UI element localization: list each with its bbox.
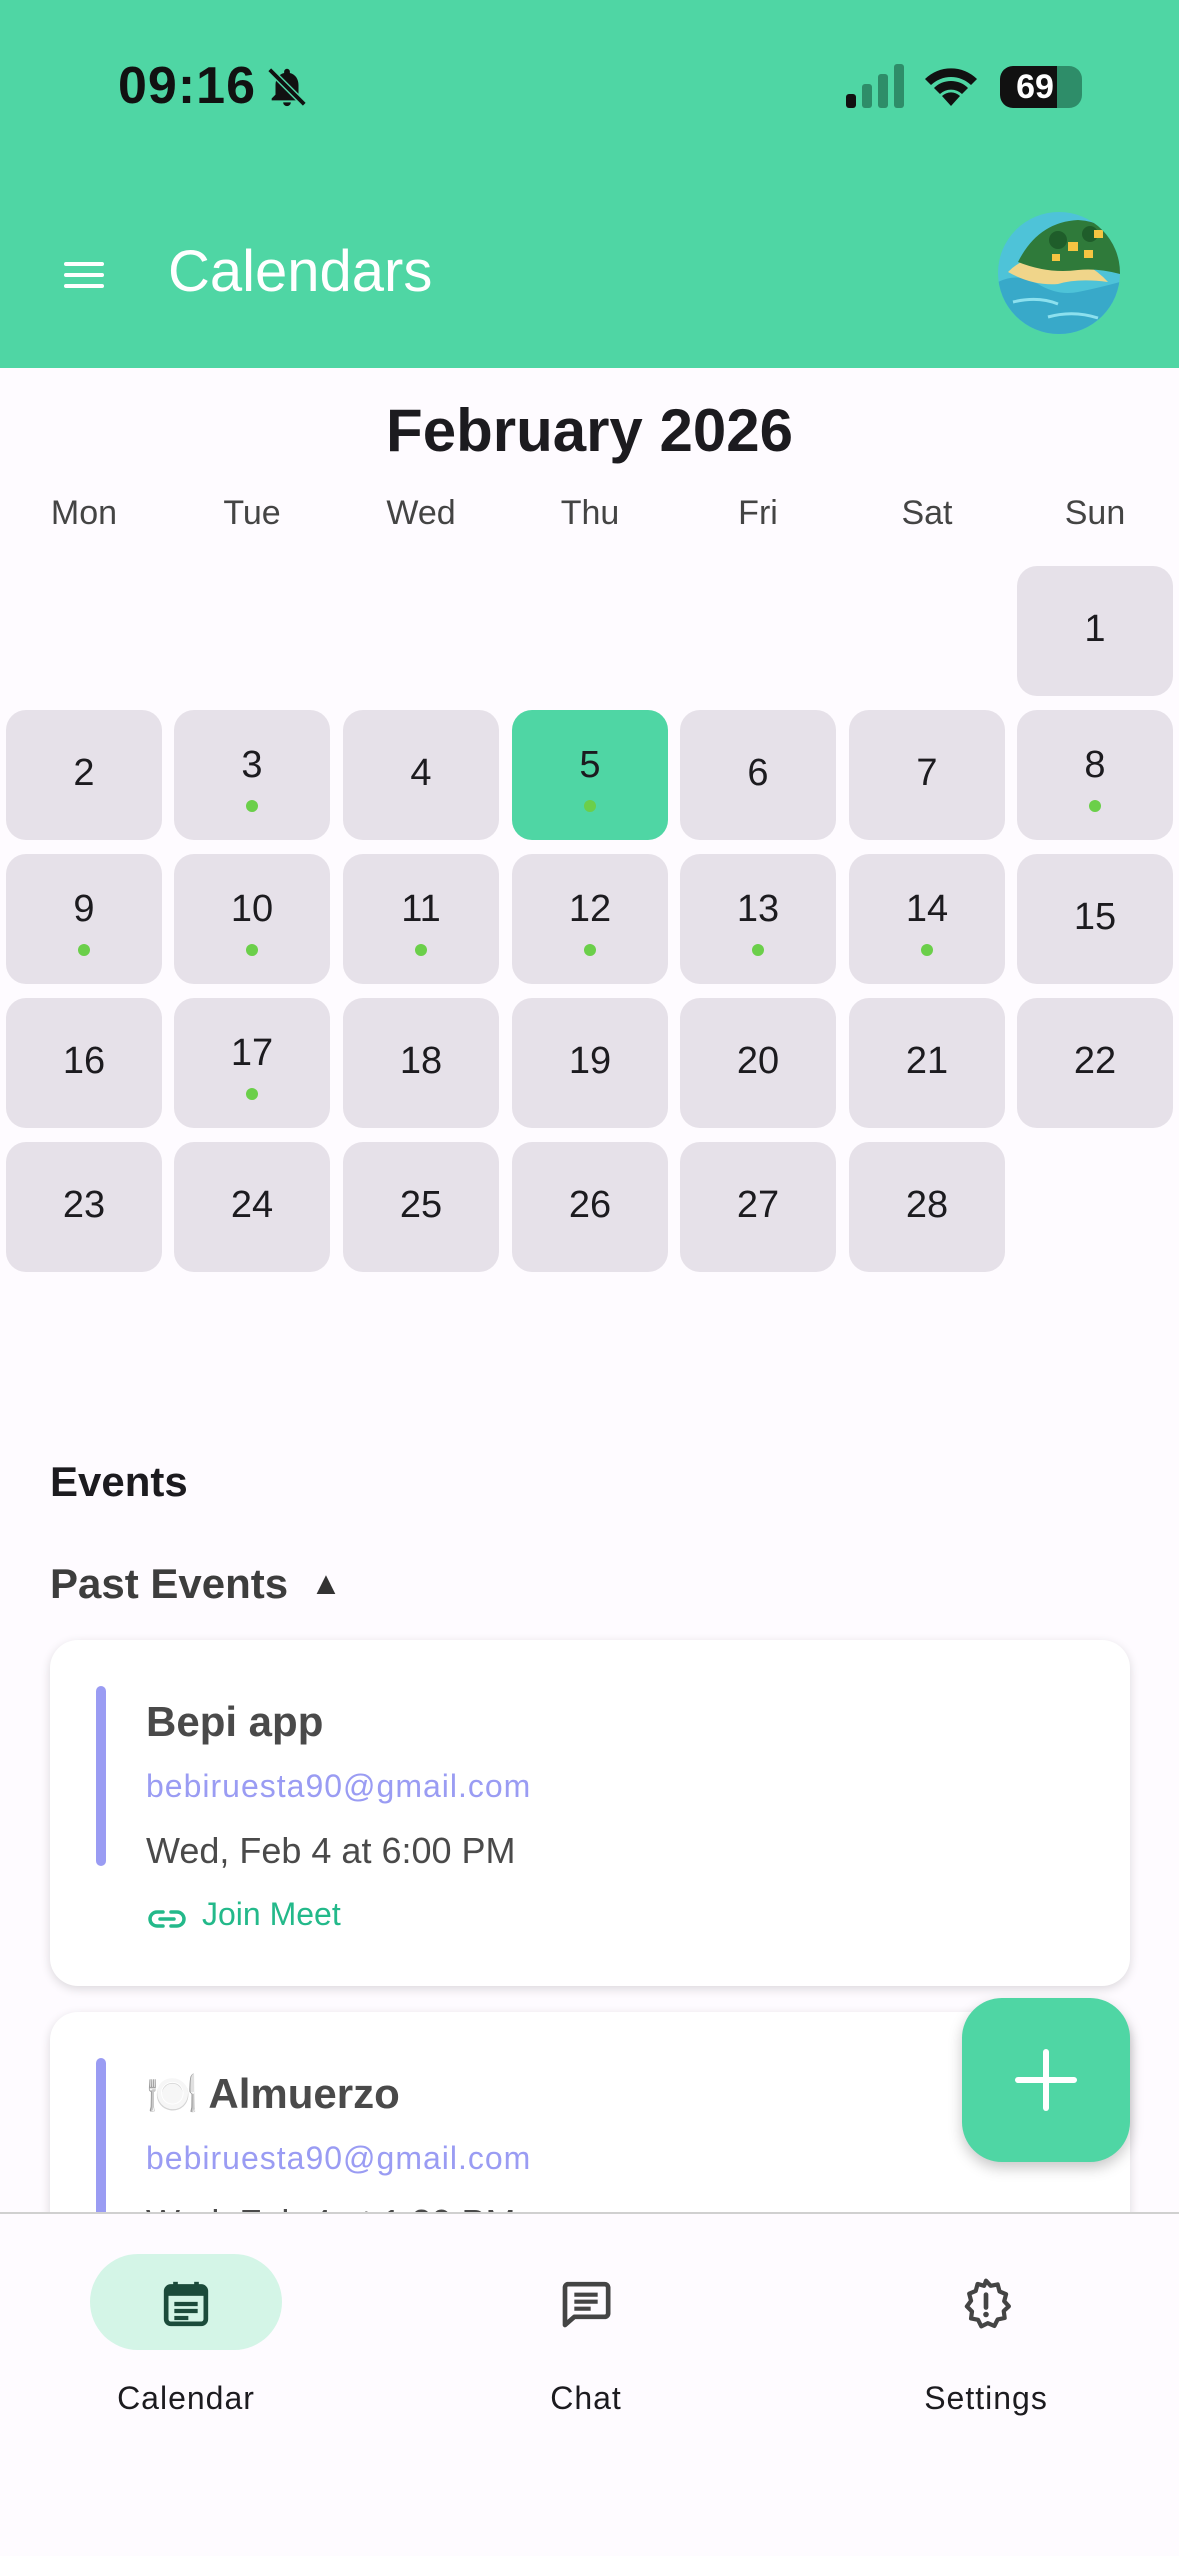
day-number: 6 [747,752,769,794]
day-number: 20 [736,1040,780,1082]
day-number: 14 [905,888,949,930]
plus-icon [1015,2049,1077,2111]
day-number: 2 [73,752,95,794]
event-indicator-dot [921,944,933,956]
event-organizer: bebiruesta90@gmail.com [146,1768,532,1804]
calendar-day[interactable]: 18 [343,998,499,1128]
day-number: 24 [230,1184,274,1226]
event-indicator-dot [78,944,90,956]
calendar-day[interactable]: 16 [6,998,162,1128]
event-title: 🍽️ Almuerzo [146,2070,400,2117]
calendar-day[interactable]: 25 [343,1142,499,1272]
calendar-day[interactable]: 7 [849,710,1005,840]
calendar-day[interactable]: 17 [174,998,330,1128]
past-events-toggle[interactable]: Past Events ▲ [50,1560,342,1608]
calendar-day[interactable]: 12 [512,854,668,984]
events-title: Events [50,1458,188,1505]
settings-icon [964,2278,1011,2329]
event-indicator-dot [1089,800,1101,812]
day-number: 21 [905,1040,949,1082]
day-number: 16 [62,1040,106,1082]
calendar-icon [163,2281,209,2327]
calendar-day[interactable]: 26 [512,1142,668,1272]
nav-chat[interactable]: Chat [432,2254,732,2434]
calendar-day[interactable]: 10 [174,854,330,984]
calendar-day[interactable]: 5 [512,710,668,840]
day-number: 15 [1073,896,1117,938]
nav-label-settings: Settings [924,2380,1048,2416]
nav-settings[interactable]: Settings [832,2254,1132,2434]
day-number: 9 [73,888,95,930]
calendar-day[interactable]: 15 [1017,854,1173,984]
bottom-navigation: Calendar Chat Settings [0,2212,1179,2556]
day-number: 25 [399,1184,443,1226]
day-number: 8 [1084,744,1106,786]
event-card-bepi-app[interactable]: Bepi app bebiruesta90@gmail.com Wed, Feb… [50,1640,1130,1986]
event-indicator-dot [584,944,596,956]
day-number: 13 [736,888,780,930]
calendar-day[interactable]: 21 [849,998,1005,1128]
join-meet-label: Join Meet [202,1896,341,1932]
day-number: 10 [230,888,274,930]
calendar-day[interactable]: 9 [6,854,162,984]
join-meet-link[interactable]: Join Meet [146,1896,341,1933]
event-indicator-dot [246,944,258,956]
event-indicator-dot [584,800,596,812]
calendar-grid: 1 2 3 4 5 6 7 8 9 10 11 12 13 14 15 16 17 18 19 20 21 22 23 24 2… [0,0,1179,1300]
day-number: 17 [230,1032,274,1074]
day-number: 27 [736,1184,780,1226]
nav-label-chat: Chat [550,2380,622,2416]
day-number: 19 [568,1040,612,1082]
calendar-day[interactable]: 20 [680,998,836,1128]
add-event-button[interactable] [962,1998,1130,2162]
calendar-day[interactable]: 8 [1017,710,1173,840]
event-indicator-dot [246,1088,258,1100]
day-number: 28 [905,1184,949,1226]
calendar-day[interactable]: 19 [512,998,668,1128]
link-icon [148,1910,186,1928]
day-number: 3 [241,744,263,786]
calendar-day[interactable]: 28 [849,1142,1005,1272]
calendar-day[interactable]: 24 [174,1142,330,1272]
event-indicator-dot [752,944,764,956]
calendar-day[interactable]: 1 [1017,566,1173,696]
event-color-bar [96,2058,106,2238]
day-number: 18 [399,1040,443,1082]
calendar-day[interactable]: 2 [6,710,162,840]
day-number: 12 [568,888,612,930]
day-number: 4 [410,752,432,794]
calendar-day[interactable]: 22 [1017,998,1173,1128]
event-indicator-dot [246,800,258,812]
day-number: 26 [568,1184,612,1226]
app-root: 09:16 69 Calendars February 2026 Mon Tue… [0,0,1179,2556]
event-color-bar [96,1686,106,1866]
day-number: 23 [62,1184,106,1226]
day-number: 1 [1084,608,1106,650]
event-time: Wed, Feb 4 at 6:00 PM [146,1830,516,1871]
day-number: 11 [401,888,441,930]
calendar-day[interactable]: 3 [174,710,330,840]
calendar-day[interactable]: 23 [6,1142,162,1272]
event-title: Bepi app [146,1698,324,1745]
event-organizer: bebiruesta90@gmail.com [146,2140,532,2176]
past-events-label: Past Events [50,1560,289,1607]
nav-label-calendar: Calendar [117,2380,255,2416]
calendar-day[interactable]: 13 [680,854,836,984]
caret-up-icon: ▲ [310,1565,342,1601]
day-number: 5 [579,744,601,786]
event-indicator-dot [415,944,427,956]
calendar-day[interactable]: 6 [680,710,836,840]
calendar-day[interactable]: 11 [343,854,499,984]
calendar-day[interactable]: 14 [849,854,1005,984]
day-number: 22 [1073,1040,1117,1082]
chat-icon [562,2281,611,2328]
calendar-day[interactable]: 4 [343,710,499,840]
day-number: 7 [916,752,938,794]
calendar-day[interactable]: 27 [680,1142,836,1272]
nav-calendar[interactable]: Calendar [32,2254,332,2434]
